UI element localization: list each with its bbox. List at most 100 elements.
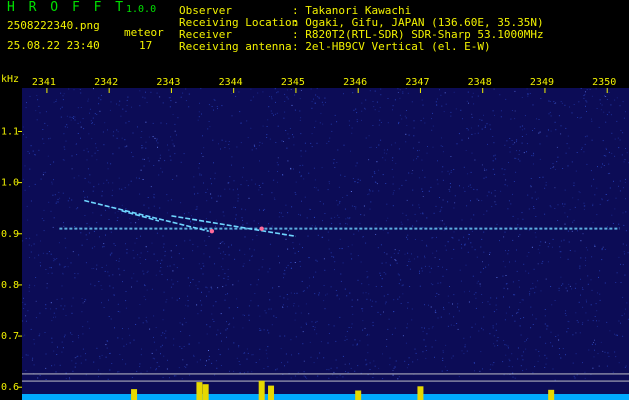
noise-dot (401, 285, 403, 287)
noise-dot (366, 271, 368, 272)
noise-dot (376, 183, 378, 185)
noise-dot (429, 271, 431, 273)
noise-dot (293, 303, 295, 304)
noise-dot (58, 191, 60, 193)
noise-dot (348, 120, 350, 122)
noise-dot (550, 115, 552, 117)
noise-dot (593, 178, 595, 180)
noise-dot (239, 249, 241, 251)
noise-dot (442, 350, 444, 352)
noise-dot (597, 292, 598, 294)
noise-dot (244, 236, 246, 238)
noise-dot (616, 120, 618, 122)
noise-dot (472, 92, 474, 94)
noise-dot (339, 202, 341, 204)
noise-dot (135, 324, 137, 325)
noise-dot (62, 99, 64, 101)
noise-dot (580, 149, 582, 150)
noise-dot (393, 367, 395, 369)
noise-dot (385, 220, 387, 222)
noise-dot (37, 99, 39, 101)
noise-dot (93, 361, 95, 363)
noise-dot (155, 274, 157, 276)
x-tick-label: 2342 (94, 77, 118, 88)
noise-dot (446, 269, 448, 271)
noise-dot (85, 374, 87, 376)
noise-dot (313, 186, 315, 188)
noise-dot (70, 119, 72, 121)
noise-dot (160, 267, 162, 268)
noise-dot (74, 366, 76, 368)
noise-dot (559, 251, 561, 253)
noise-dot (290, 339, 292, 341)
noise-dot (625, 111, 626, 113)
noise-dot (405, 117, 407, 119)
noise-dot (129, 334, 131, 336)
noise-dot (587, 275, 589, 277)
noise-dot (450, 186, 451, 188)
noise-dot (525, 270, 527, 272)
noise-dot (232, 284, 234, 286)
noise-dot (422, 104, 424, 106)
noise-dot (52, 226, 54, 228)
noise-dot (57, 346, 58, 348)
noise-dot (618, 362, 620, 364)
noise-dot (463, 291, 465, 293)
noise-dot (494, 345, 496, 347)
noise-dot (380, 314, 382, 316)
noise-dot (213, 321, 215, 322)
noise-dot (108, 207, 110, 209)
noise-dot (398, 274, 400, 276)
noise-dot (406, 125, 408, 126)
noise-dot (170, 199, 172, 201)
noise-dot (346, 194, 348, 196)
noise-dot (615, 197, 617, 199)
noise-dot (552, 368, 554, 370)
noise-dot (602, 350, 604, 352)
noise-dot (438, 227, 440, 229)
noise-dot (611, 214, 613, 216)
noise-dot (80, 137, 81, 139)
noise-dot (259, 209, 260, 211)
noise-dot (368, 193, 370, 195)
noise-dot (126, 99, 128, 101)
noise-dot (242, 224, 244, 226)
noise-dot (144, 284, 145, 286)
noise-dot (96, 222, 98, 224)
noise-dot (592, 205, 594, 207)
noise-dot (472, 275, 474, 277)
noise-dot (608, 163, 610, 165)
noise-dot (600, 341, 602, 343)
noise-dot (117, 303, 119, 305)
noise-dot (264, 208, 266, 210)
noise-dot (335, 359, 337, 361)
noise-dot (432, 146, 434, 148)
noise-dot (489, 252, 491, 254)
noise-dot (39, 333, 41, 335)
noise-dot (320, 112, 322, 114)
noise-dot (608, 229, 610, 231)
noise-dot (300, 117, 302, 119)
noise-dot (63, 146, 65, 148)
noise-dot (300, 90, 302, 91)
noise-dot (56, 201, 58, 203)
noise-dot (273, 315, 275, 317)
noise-dot (105, 344, 107, 346)
noise-dot (221, 139, 223, 141)
noise-dot (167, 144, 168, 146)
noise-dot (311, 133, 313, 135)
noise-dot (579, 332, 581, 334)
noise-dot (113, 131, 114, 133)
noise-dot (118, 104, 120, 106)
noise-dot (180, 161, 182, 163)
noise-dot (181, 378, 183, 380)
noise-dot (432, 112, 433, 114)
noise-dot (567, 230, 569, 232)
noise-dot (145, 121, 147, 123)
noise-dot (187, 305, 189, 307)
noise-dot (131, 277, 133, 279)
noise-dot (486, 169, 488, 171)
noise-dot (333, 256, 335, 258)
noise-dot (590, 170, 592, 172)
noise-dot (470, 200, 471, 202)
